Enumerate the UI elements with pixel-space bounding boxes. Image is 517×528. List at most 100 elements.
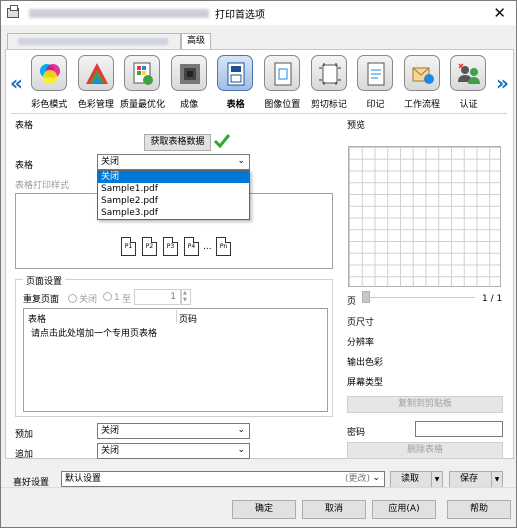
page-thumb: P3 [163, 237, 178, 256]
printer-name-redacted [29, 8, 209, 18]
delete-form-button[interactable]: 删除表格 [347, 442, 503, 459]
page-thumb: Pn [216, 237, 231, 256]
toolbar-quality[interactable]: 质量最优化 [119, 55, 166, 110]
print-style-label: 表格打印样式 [15, 181, 70, 191]
page-stepper-input[interactable]: 1 [134, 289, 181, 305]
stamp-icon [357, 55, 394, 91]
image-position-icon [263, 55, 300, 91]
stepper-arrows-icon[interactable]: ▲ ▼ [181, 289, 191, 305]
table-header-form: 表格 [28, 315, 47, 325]
radio-off-label: 关闭 [79, 295, 98, 305]
divider [11, 113, 507, 114]
toolbar-authentication[interactable]: 认证 [445, 55, 492, 110]
page-size-label: 页尺寸 [347, 318, 375, 328]
chevron-down-icon: ⌄ [237, 425, 245, 435]
cancel-button[interactable]: 取消 [302, 500, 366, 519]
toolbar-crop-marks[interactable]: 剪切标记 [306, 55, 353, 110]
printer-icon [7, 5, 19, 18]
close-icon[interactable]: ✕ [493, 4, 506, 22]
quality-icon [124, 55, 161, 91]
function-toolbar: 彩色模式 色彩管理 质量最优化 成像 表格 图像位置 剪切标记 印记 工作流程 … [26, 55, 492, 110]
column-divider [176, 310, 177, 322]
authentication-icon [450, 55, 487, 91]
toolbar-workflow[interactable]: 工作流程 [399, 55, 446, 110]
title-bar: 打印首选项 ✕ [1, 1, 516, 25]
toolbar-color-management[interactable]: 色彩管理 [73, 55, 120, 110]
preview-heading: 预览 [347, 121, 366, 131]
window-title: 打印首选项 [215, 9, 265, 21]
load-dropdown-icon[interactable]: ▼ [431, 471, 443, 488]
print-preferences-window: 打印首选项 ✕ 高级 « » 彩色模式 色彩管理 质量最优化 成像 表格 图像位… [0, 0, 517, 528]
toolbar-label: 印记 [366, 100, 385, 110]
page-slider-track[interactable] [363, 297, 475, 298]
radio-from[interactable]: 1 [103, 292, 120, 303]
save-button-label: 保存 [460, 474, 479, 484]
favorites-select[interactable]: 默认设置 (更改) ⌄ [61, 471, 385, 487]
prepend-select[interactable]: 关闭 ⌄ [97, 423, 250, 439]
toolbar-imaging[interactable]: 成像 [166, 55, 213, 110]
append-select[interactable]: 关闭 ⌄ [97, 443, 250, 459]
form-select-dropdown: 关闭 Sample1.pdf Sample2.pdf Sample3.pdf [97, 170, 250, 220]
toolbar-color-mode[interactable]: 彩色模式 [26, 55, 73, 110]
append-select-value: 关闭 [101, 446, 120, 456]
save-dropdown-icon[interactable]: ▼ [491, 471, 503, 488]
page-stepper-value: 1 [170, 292, 176, 302]
radio-from-indicator [103, 292, 112, 301]
page-settings-heading: 页面设置 [23, 274, 66, 287]
page-slider-thumb[interactable] [362, 291, 370, 303]
toolbar-form[interactable]: 表格 [212, 55, 259, 110]
toolbar-image-position[interactable]: 图像位置 [259, 55, 306, 110]
save-button[interactable]: 保存 [449, 471, 492, 488]
add-page-form-prompt[interactable]: 请点击此处增加一个专用页表格 [31, 326, 157, 339]
password-label: 密码 [347, 428, 366, 438]
help-button[interactable]: 帮助 [447, 500, 511, 519]
favorites-change-hint: (更改) [344, 474, 370, 484]
dropdown-option[interactable]: Sample2.pdf [98, 195, 249, 207]
repeat-page-checkbox[interactable]: 重复页面 [23, 292, 59, 305]
toolbar-label: 彩色模式 [31, 100, 68, 110]
copy-to-clipboard-button[interactable]: 复制到剪贴板 [347, 396, 503, 413]
chevron-down-icon: ⌄ [372, 473, 380, 483]
toolbar-label: 色彩管理 [77, 100, 114, 110]
toolbar-label: 剪切标记 [310, 100, 347, 110]
dropdown-option[interactable]: Sample1.pdf [98, 183, 249, 195]
dropdown-option[interactable]: Sample3.pdf [98, 207, 249, 219]
toolbar-label: 图像位置 [264, 100, 301, 110]
form-label: 表格 [15, 161, 34, 171]
form-select[interactable]: 关闭 ⌄ [97, 154, 250, 170]
load-button[interactable]: 读取 [390, 471, 432, 488]
form-icon [217, 55, 254, 91]
tab-advanced[interactable]: 高级 [181, 33, 211, 49]
page-thumb: P1 [121, 237, 136, 256]
favorites-select-value: 默认设置 [65, 474, 102, 484]
preview-grid [348, 146, 501, 287]
color-management-icon [77, 55, 114, 91]
page-thumb: P4 [184, 237, 199, 256]
load-button-label: 读取 [401, 474, 420, 484]
apply-button[interactable]: 应用(A) [372, 500, 436, 519]
workflow-icon [403, 55, 440, 91]
tab-strip: 高级 [7, 33, 211, 49]
scroll-left-icon[interactable]: « [10, 71, 23, 95]
toolbar-label: 工作流程 [404, 100, 441, 110]
color-mode-icon [31, 55, 67, 91]
page-thumb: P2 [142, 237, 157, 256]
chevron-down-icon: ⌄ [237, 445, 245, 455]
scroll-right-icon[interactable]: » [496, 71, 509, 95]
password-field[interactable] [415, 421, 503, 437]
screen-type-label: 屏幕类型 [347, 378, 384, 388]
toolbar-label: 表格 [226, 100, 245, 110]
get-form-data-button[interactable]: 获取表格数据 [144, 134, 211, 151]
repeat-page-label: 重复页面 [23, 295, 60, 305]
ok-button[interactable]: 确定 [232, 500, 296, 519]
toolbar-label: 质量最优化 [119, 100, 165, 110]
page-label: 页 [347, 297, 357, 307]
radio-off[interactable]: 关闭 [68, 292, 97, 305]
imaging-icon [170, 55, 207, 91]
tab-printer-model[interactable] [7, 33, 181, 49]
toolbar-stamp[interactable]: 印记 [352, 55, 399, 110]
dropdown-option[interactable]: 关闭 [98, 171, 249, 183]
resolution-label: 分辨率 [347, 338, 375, 348]
radio-off-indicator [68, 294, 77, 303]
form-section-heading: 表格 [15, 121, 34, 131]
